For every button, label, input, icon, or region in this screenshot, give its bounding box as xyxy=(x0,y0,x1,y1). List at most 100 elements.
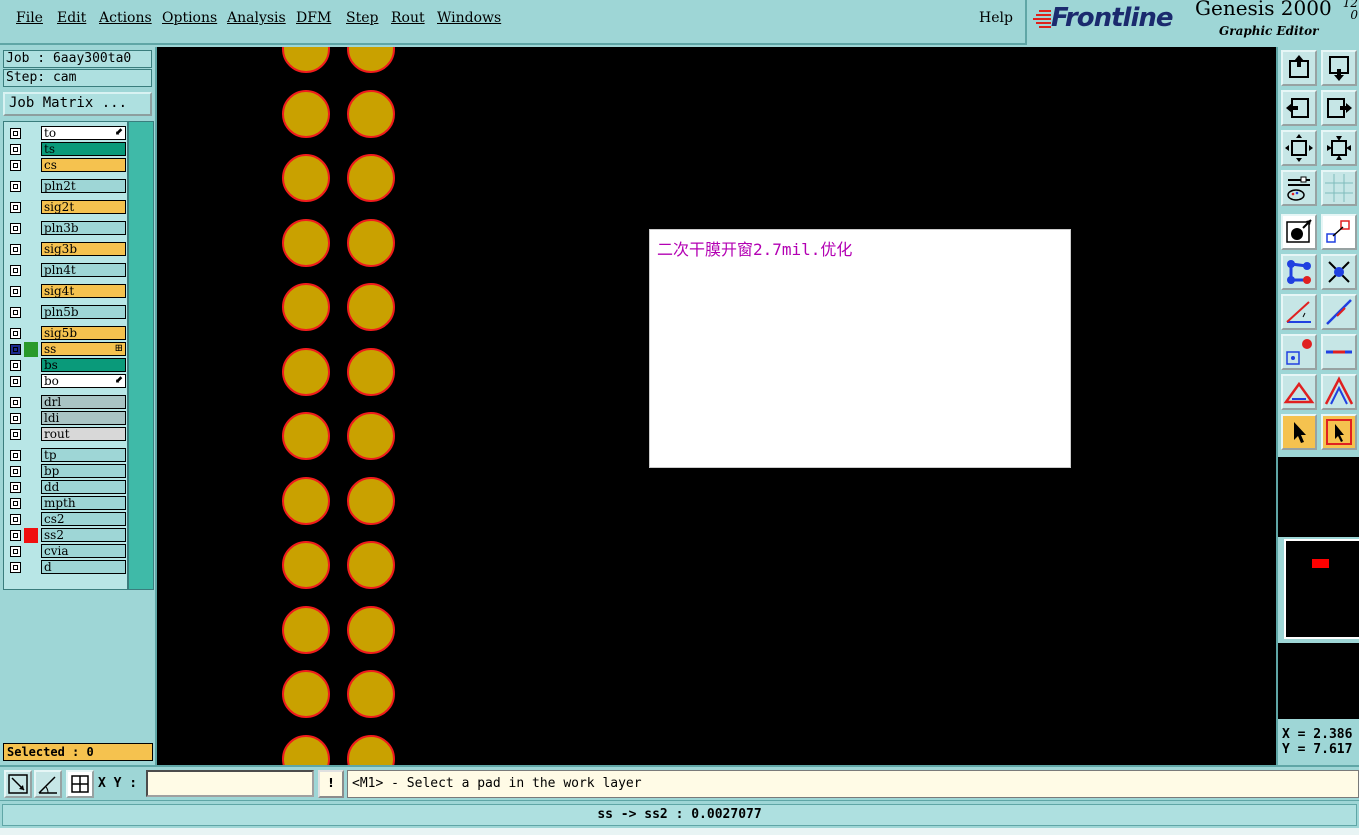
layer-row-bo[interactable]: bo ⬋ xyxy=(7,374,126,389)
pointer-box-button[interactable] xyxy=(1321,414,1357,450)
layer-row-mpth[interactable]: mpth xyxy=(7,496,126,511)
pointer-button[interactable] xyxy=(1281,414,1317,450)
layer-checkbox[interactable] xyxy=(10,466,21,477)
layer-name[interactable]: pln2t xyxy=(41,179,126,193)
select-pad-button[interactable] xyxy=(1281,214,1317,250)
pcb-pad[interactable] xyxy=(282,47,330,73)
layer-name[interactable]: pln5b xyxy=(41,305,126,319)
layer-name[interactable]: bs xyxy=(41,358,126,372)
horizontal-line-button[interactable] xyxy=(1321,334,1357,370)
layer-checkbox[interactable] xyxy=(10,498,21,509)
layer-checkbox[interactable] xyxy=(10,450,21,461)
layer-checkbox[interactable] xyxy=(10,413,21,424)
layer-checkbox[interactable] xyxy=(10,344,21,355)
pcb-pad[interactable] xyxy=(347,219,395,267)
pcb-pad[interactable] xyxy=(282,283,330,331)
menu-dfm[interactable]: DFM xyxy=(296,10,331,26)
pcb-pad[interactable] xyxy=(282,477,330,525)
layer-name[interactable]: to ⬋ xyxy=(41,126,126,140)
pan-down-button[interactable] xyxy=(1321,50,1357,86)
layer-row-pln2t[interactable]: pln2t xyxy=(7,179,126,194)
layer-row-cvia[interactable]: cvia xyxy=(7,544,126,559)
layer-row-sig5b[interactable]: sig5b xyxy=(7,326,126,341)
overview-map[interactable] xyxy=(1284,539,1359,639)
layer-row-ldi[interactable]: ldi xyxy=(7,411,126,426)
pcb-pad[interactable] xyxy=(347,154,395,202)
layer-name[interactable]: d xyxy=(41,560,126,574)
menu-options[interactable]: Options xyxy=(162,10,217,26)
layer-checkbox[interactable] xyxy=(10,286,21,297)
zoom-out-button[interactable] xyxy=(1321,130,1357,166)
layer-checkbox[interactable] xyxy=(10,328,21,339)
layer-checkbox[interactable] xyxy=(10,530,21,541)
layer-row-tp[interactable]: tp xyxy=(7,448,126,463)
pad-snap-button[interactable] xyxy=(1281,334,1317,370)
layer-row-pln3b[interactable]: pln3b xyxy=(7,221,126,236)
graphic-canvas[interactable]: 二次干膜开窗2.7mil.优化 xyxy=(157,47,1276,765)
menu-file[interactable]: File xyxy=(16,10,43,26)
pan-left-button[interactable] xyxy=(1281,90,1317,126)
layer-checkbox[interactable] xyxy=(10,244,21,255)
pcb-pad[interactable] xyxy=(347,90,395,138)
layer-checkbox[interactable] xyxy=(10,160,21,171)
layer-row-bp[interactable]: bp xyxy=(7,464,126,479)
layer-row-d[interactable]: d xyxy=(7,560,126,575)
connect-nodes-button[interactable] xyxy=(1281,254,1317,290)
pcb-pad[interactable] xyxy=(282,541,330,589)
menu-analysis[interactable]: Analysis xyxy=(227,10,286,26)
layer-checkbox[interactable] xyxy=(10,397,21,408)
layer-checkbox[interactable] xyxy=(10,128,21,139)
layer-row-cs[interactable]: cs xyxy=(7,158,126,173)
measure-button[interactable] xyxy=(4,770,32,798)
pan-right-button[interactable] xyxy=(1321,90,1357,126)
layer-checkbox[interactable] xyxy=(10,223,21,234)
layer-row-cs2[interactable]: cs2 xyxy=(7,512,126,527)
pcb-pad[interactable] xyxy=(282,90,330,138)
pcb-pad[interactable] xyxy=(347,47,395,73)
layer-checkbox[interactable] xyxy=(10,376,21,387)
select-area-button[interactable] xyxy=(1321,214,1357,250)
layer-name[interactable]: cs2 xyxy=(41,512,126,526)
layer-name[interactable]: sig2t xyxy=(41,200,126,214)
pcb-pad[interactable] xyxy=(282,670,330,718)
zoom-in-button[interactable] xyxy=(1281,130,1317,166)
layer-checkbox[interactable] xyxy=(10,307,21,318)
settings-palette-button[interactable] xyxy=(1281,170,1317,206)
pcb-pad[interactable] xyxy=(282,606,330,654)
layer-checkbox[interactable] xyxy=(10,429,21,440)
layer-name[interactable]: ss2 xyxy=(41,528,126,542)
layer-row-drl[interactable]: drl xyxy=(7,395,126,410)
pcb-pad[interactable] xyxy=(347,477,395,525)
layer-name[interactable]: dd xyxy=(41,480,126,494)
pcb-pad[interactable] xyxy=(347,606,395,654)
layer-row-dd[interactable]: dd xyxy=(7,480,126,495)
layer-row-rout[interactable]: rout xyxy=(7,427,126,442)
layer-name[interactable]: sig4t xyxy=(41,284,126,298)
grid-button[interactable] xyxy=(1321,170,1357,206)
layer-name[interactable]: ss ⊞ xyxy=(41,342,126,356)
pcb-pad[interactable] xyxy=(347,412,395,460)
triangle-large-button[interactable] xyxy=(1321,374,1357,410)
snap-point-button[interactable] xyxy=(1321,254,1357,290)
measure-angle-button[interactable] xyxy=(34,770,62,798)
triangle-small-button[interactable] xyxy=(1281,374,1317,410)
layer-name[interactable]: sig3b xyxy=(41,242,126,256)
layer-name[interactable]: pln4t xyxy=(41,263,126,277)
menu-rout[interactable]: Rout xyxy=(391,10,425,26)
layer-row-bs[interactable]: bs xyxy=(7,358,126,373)
pcb-pad[interactable] xyxy=(347,348,395,396)
layer-name[interactable]: ldi xyxy=(41,411,126,425)
layer-row-to[interactable]: to ⬋ xyxy=(7,126,126,141)
warning-button[interactable]: ! xyxy=(318,770,344,798)
layer-checkbox[interactable] xyxy=(10,181,21,192)
diagonal-line-button[interactable] xyxy=(1321,294,1357,330)
layer-name[interactable]: mpth xyxy=(41,496,126,510)
layer-row-sig4t[interactable]: sig4t xyxy=(7,284,126,299)
layer-checkbox[interactable] xyxy=(10,546,21,557)
layer-name[interactable]: cs xyxy=(41,158,126,172)
pcb-pad[interactable] xyxy=(282,154,330,202)
layer-name[interactable]: bo ⬋ xyxy=(41,374,126,388)
layer-row-ss[interactable]: ss ⊞ xyxy=(7,342,126,357)
layer-checkbox[interactable] xyxy=(10,514,21,525)
menu-help[interactable]: Help xyxy=(979,10,1013,26)
